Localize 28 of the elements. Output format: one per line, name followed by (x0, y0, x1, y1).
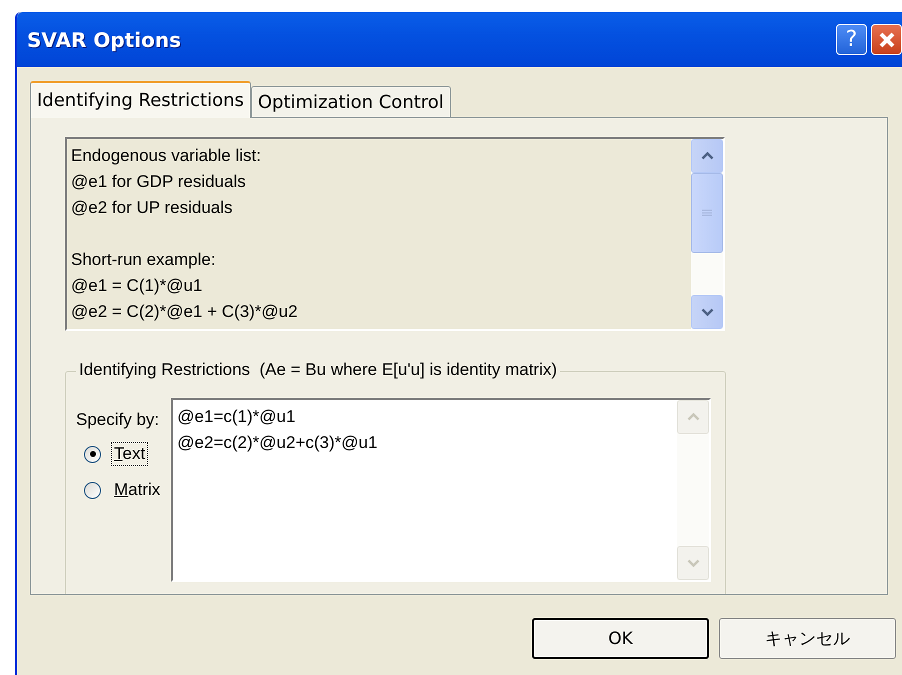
tab[interactable]: Identifying Restrictions (30, 81, 251, 118)
chevron-down-icon (686, 558, 700, 568)
chevron-up-icon (686, 412, 700, 422)
window-title: SVAR Options (27, 28, 182, 52)
scroll-thumb[interactable] (691, 173, 723, 253)
text-line: Endogenous variable list: (71, 145, 262, 167)
radio-button[interactable] (84, 446, 101, 462)
radio-label[interactable]: Text (111, 442, 148, 466)
text-line: @e2 for UP residuals (71, 197, 234, 219)
grip-icon (702, 208, 712, 218)
tab[interactable]: Optimization Control (250, 86, 451, 117)
radio-button[interactable] (84, 482, 101, 498)
scroll-down-button[interactable] (691, 295, 723, 329)
text-line: Short-run example: (71, 249, 217, 271)
chevron-up-icon (700, 151, 714, 161)
text-line: @e1 = C(1)*@u1 (71, 275, 204, 297)
scroll-up-button[interactable] (691, 139, 723, 173)
chevron-down-icon (700, 307, 714, 317)
text-line: @e2 = C(2)*@e1 + C(3)*@u2 (71, 301, 299, 323)
cancel-button[interactable]: キャンセル (719, 618, 896, 659)
ok-button[interactable]: OK (532, 618, 709, 659)
close-icon (876, 30, 896, 50)
radio-label[interactable]: Matrix (111, 478, 164, 502)
group-title: Identifying Restrictions (Ae = Bu where E[u'u] is identity matrix) (76, 360, 560, 380)
help-button[interactable]: ? (836, 24, 867, 55)
text-line: @e1 for GDP residuals (71, 171, 247, 193)
specify-label: Specify by: (76, 410, 160, 430)
close-button[interactable] (871, 24, 902, 55)
